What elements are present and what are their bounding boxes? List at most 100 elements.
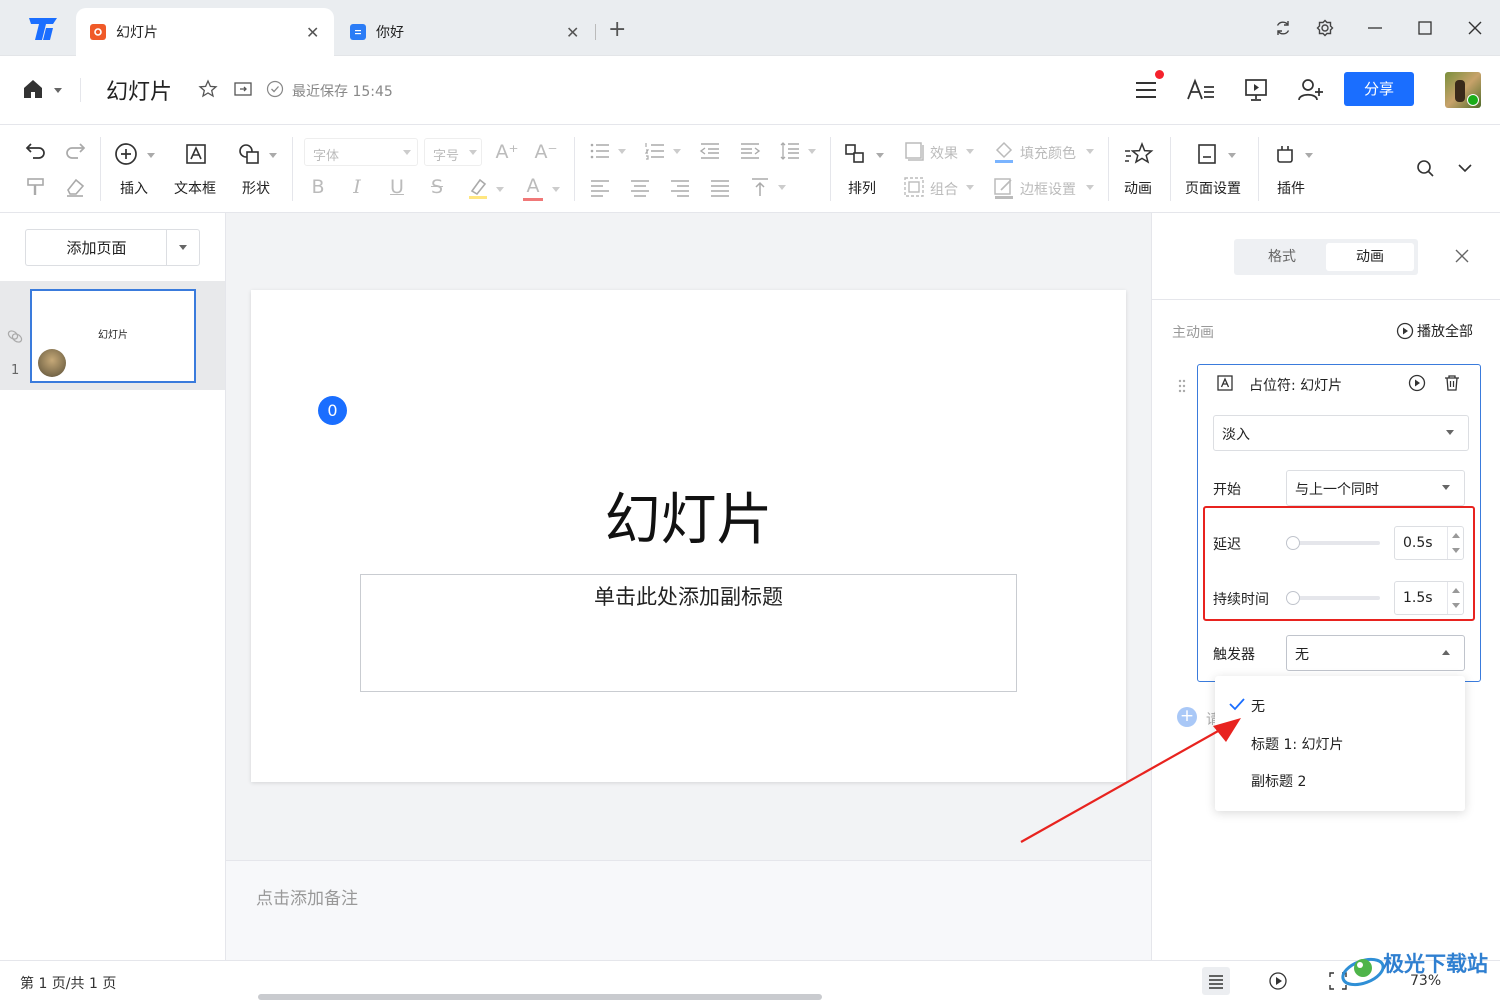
insert-dropdown-icon[interactable] — [147, 153, 155, 158]
border-dropdown-icon[interactable] — [1086, 185, 1094, 190]
new-tab-icon[interactable]: + — [608, 19, 626, 41]
delay-stepper[interactable] — [1447, 527, 1463, 559]
numbered-dropdown-icon[interactable] — [673, 149, 681, 154]
refresh-icon[interactable] — [1273, 18, 1293, 38]
highlight-dropdown-icon[interactable] — [496, 187, 504, 192]
textbox-label[interactable]: 文本框 — [174, 178, 216, 198]
italic-icon[interactable]: I — [345, 175, 369, 199]
line-spacing-dropdown-icon[interactable] — [808, 149, 816, 154]
trigger-select[interactable]: 无 — [1286, 635, 1465, 671]
duration-decrement-icon[interactable] — [1452, 603, 1460, 608]
strikethrough-icon[interactable]: S — [425, 175, 449, 199]
page-setup-icon[interactable] — [1194, 141, 1220, 167]
fill-color-label[interactable]: 填充颜色 — [1020, 143, 1076, 163]
align-center-icon[interactable] — [628, 175, 652, 199]
share-button[interactable]: 分享 — [1344, 72, 1414, 106]
tab-hello[interactable]: 你好 ✕ — [336, 8, 592, 56]
shape-label[interactable]: 形状 — [242, 178, 270, 198]
plugin-dropdown-icon[interactable] — [1305, 153, 1313, 158]
slide-title[interactable]: 幻灯片 — [251, 486, 1126, 556]
add-collaborator-icon[interactable] — [1296, 76, 1326, 104]
horizontal-scrollbar[interactable] — [258, 994, 822, 1000]
home-dropdown-icon[interactable] — [54, 88, 62, 93]
textbox-icon[interactable] — [183, 141, 209, 167]
decrease-indent-icon[interactable] — [698, 139, 722, 163]
close-tab-icon[interactable]: ✕ — [306, 23, 319, 42]
close-panel-icon[interactable] — [1454, 248, 1472, 266]
collapse-toolbar-chevron-icon[interactable] — [1454, 157, 1476, 179]
insert-label[interactable]: 插入 — [120, 178, 148, 198]
arrange-dropdown-icon[interactable] — [876, 153, 884, 158]
group-dropdown-icon[interactable] — [966, 185, 974, 190]
tab-slides[interactable]: 幻灯片 ✕ — [76, 8, 334, 56]
effect-select-dropdown-icon[interactable] — [1446, 430, 1454, 435]
page-setup-label[interactable]: 页面设置 — [1185, 178, 1241, 198]
minimize-icon[interactable] — [1365, 18, 1385, 38]
border-setting-icon[interactable] — [992, 175, 1016, 201]
arrange-label[interactable]: 排列 — [848, 178, 876, 198]
home-icon[interactable] — [20, 76, 46, 102]
avatar[interactable] — [1445, 72, 1481, 108]
font-family-dropdown-icon[interactable] — [403, 150, 411, 155]
delay-decrement-icon[interactable] — [1452, 548, 1460, 553]
animation-label[interactable]: 动画 — [1124, 178, 1152, 198]
preview-play-icon[interactable] — [1408, 374, 1428, 394]
trigger-dropdown-icon[interactable] — [1442, 650, 1450, 655]
underline-icon[interactable]: U — [385, 175, 409, 199]
font-size-dropdown-icon[interactable] — [469, 150, 477, 155]
start-dropdown-icon[interactable] — [1442, 485, 1450, 490]
duration-increment-icon[interactable] — [1452, 588, 1460, 593]
add-page-dropdown-button[interactable] — [166, 229, 200, 266]
start-select[interactable]: 与上一个同时 — [1286, 470, 1465, 506]
effect-dropdown-icon[interactable] — [966, 149, 974, 154]
trigger-option-title[interactable]: 标题 1: 幻灯片 — [1215, 728, 1465, 758]
text-style-icon[interactable] — [1186, 77, 1216, 103]
delay-slider-track[interactable] — [1286, 541, 1380, 545]
animation-order-badge[interactable]: 0 — [318, 396, 347, 425]
menu-icon[interactable] — [1133, 78, 1159, 102]
delete-trash-icon[interactable] — [1443, 374, 1463, 394]
undo-icon[interactable] — [24, 139, 48, 163]
group-label[interactable]: 组合 — [930, 179, 958, 199]
delay-increment-icon[interactable] — [1452, 533, 1460, 538]
arrange-icon[interactable] — [842, 141, 868, 167]
settings-gear-icon[interactable] — [1315, 18, 1335, 38]
search-icon[interactable] — [1414, 157, 1436, 179]
effect-icon[interactable] — [902, 139, 926, 163]
maximize-icon[interactable] — [1415, 18, 1435, 38]
line-spacing-icon[interactable] — [778, 139, 802, 163]
move-folder-icon[interactable] — [232, 78, 254, 100]
effect-select[interactable]: 淡入 — [1213, 415, 1469, 451]
trigger-option-subtitle[interactable]: 副标题 2 — [1215, 765, 1465, 795]
add-page-button[interactable]: 添加页面 — [25, 229, 167, 266]
format-painter-icon[interactable] — [24, 175, 48, 199]
effect-label[interactable]: 效果 — [930, 143, 958, 163]
speaker-notes[interactable]: 点击添加备注 — [226, 860, 1151, 960]
delay-slider-knob[interactable] — [1286, 536, 1300, 550]
close-tab-icon[interactable]: ✕ — [566, 23, 579, 42]
play-all-button[interactable]: 播放全部 — [1396, 321, 1473, 341]
slideshow-play-icon[interactable] — [1268, 971, 1288, 991]
app-logo[interactable] — [26, 14, 60, 44]
vertical-align-dropdown-icon[interactable] — [778, 185, 786, 190]
selected-slide-row[interactable]: 1 幻灯片 — [0, 281, 225, 390]
star-icon[interactable] — [197, 78, 219, 100]
document-title[interactable]: 幻灯片 — [106, 74, 172, 106]
grow-font-icon[interactable]: A⁺ — [494, 139, 520, 165]
bullet-list-icon[interactable] — [588, 139, 612, 163]
duration-slider-track[interactable] — [1286, 596, 1380, 600]
slide-thumbnail[interactable]: 幻灯片 — [30, 289, 196, 383]
duration-slider-knob[interactable] — [1286, 591, 1300, 605]
shape-dropdown-icon[interactable] — [269, 153, 277, 158]
trigger-option-none[interactable]: 无 — [1215, 690, 1465, 720]
font-family-select[interactable]: 字体 — [304, 138, 418, 166]
eraser-icon[interactable] — [63, 175, 87, 199]
subtitle-placeholder-box[interactable]: 单击此处添加副标题 — [360, 574, 1017, 692]
animation-star-icon[interactable] — [1124, 141, 1154, 169]
tab-animation[interactable]: 动画 — [1326, 243, 1414, 271]
tab-format[interactable]: 格式 — [1238, 243, 1326, 271]
shape-icon[interactable] — [236, 141, 262, 167]
redo-icon[interactable] — [63, 139, 87, 163]
justify-icon[interactable] — [708, 175, 732, 199]
duration-stepper[interactable] — [1447, 582, 1463, 614]
